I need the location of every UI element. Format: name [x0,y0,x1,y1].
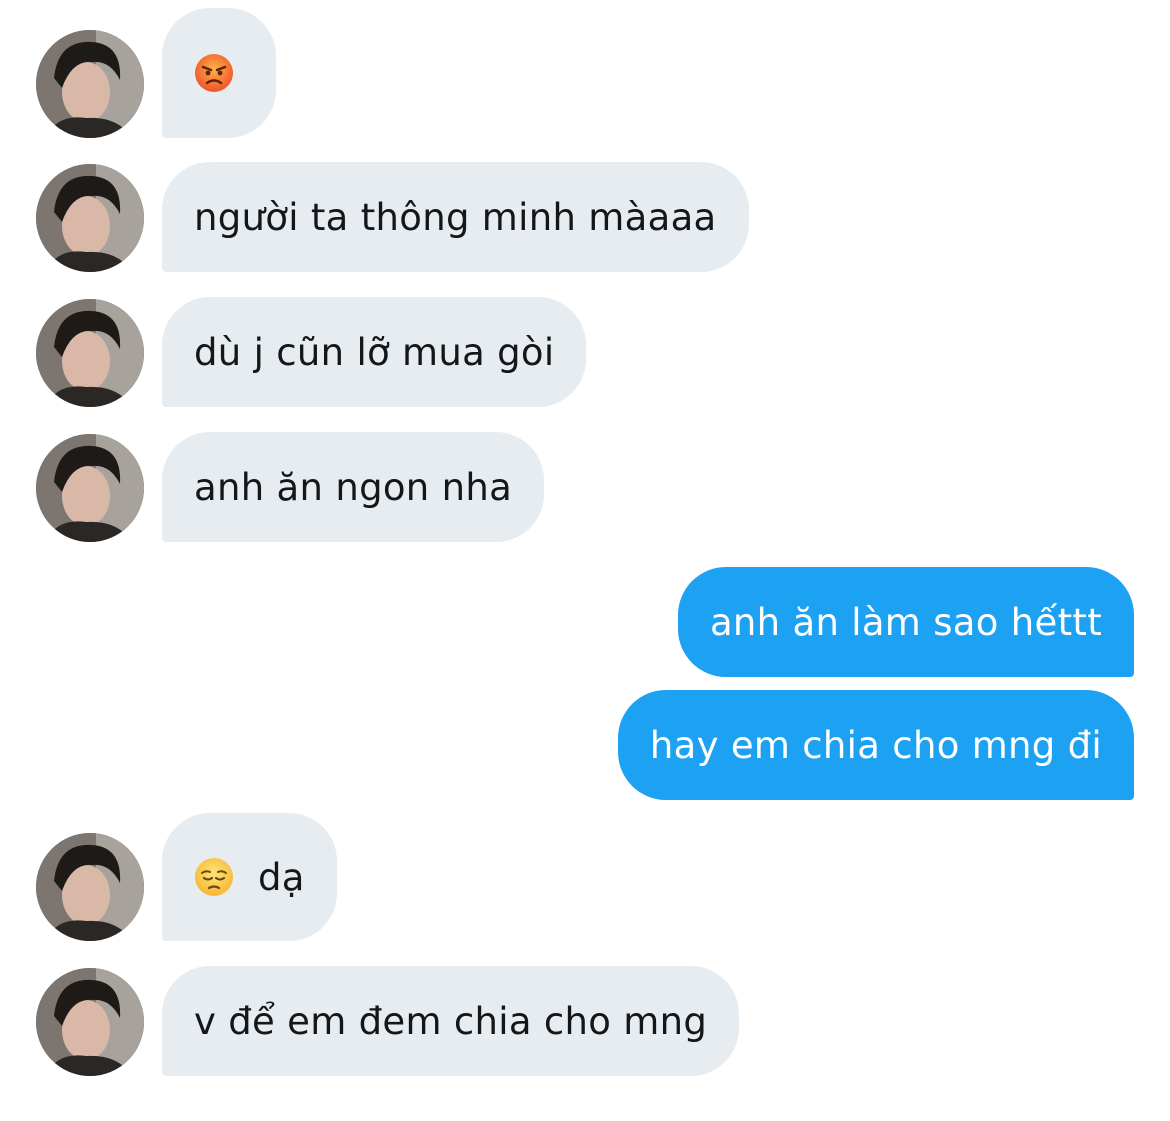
message-thread: người ta thông minh màaaa dù j cũn lỡ mu… [0,0,1170,1121]
angry-face-icon [194,53,234,93]
avatar[interactable] [36,299,144,407]
avatar[interactable] [36,434,144,542]
message-row: dù j cũn lỡ mua gòi [0,297,1170,407]
message-row: hay em chia cho mng đi [0,690,1170,800]
avatar[interactable] [36,164,144,272]
avatar[interactable] [36,968,144,1076]
message-bubble[interactable]: anh ăn ngon nha [162,432,545,542]
message-text: dạ [258,855,305,899]
message-bubble[interactable] [162,8,276,138]
pensive-face-icon [194,857,234,897]
message-row: v để em đem chia cho mng [0,966,1170,1076]
message-row: anh ăn làm sao hếttt [0,567,1170,677]
message-text: v để em đem chia cho mng [194,999,708,1043]
message-bubble[interactable]: dạ [162,813,337,941]
message-text: anh ăn ngon nha [194,465,513,509]
message-text: người ta thông minh màaaa [194,195,717,239]
message-text: hay em chia cho mng đi [649,723,1102,767]
avatar[interactable] [36,30,144,138]
message-text: anh ăn làm sao hếttt [709,600,1102,644]
message-row: người ta thông minh màaaa [0,162,1170,272]
message-row: dạ [0,813,1170,941]
message-bubble[interactable]: anh ăn làm sao hếttt [677,567,1134,677]
message-bubble[interactable]: v để em đem chia cho mng [162,966,740,1076]
avatar[interactable] [36,833,144,941]
message-bubble[interactable]: hay em chia cho mng đi [617,690,1134,800]
message-text: dù j cũn lỡ mua gòi [194,330,555,374]
message-row: anh ăn ngon nha [0,432,1170,542]
message-bubble[interactable]: dù j cũn lỡ mua gòi [162,297,587,407]
message-bubble[interactable]: người ta thông minh màaaa [162,162,749,272]
message-row [0,8,1170,138]
